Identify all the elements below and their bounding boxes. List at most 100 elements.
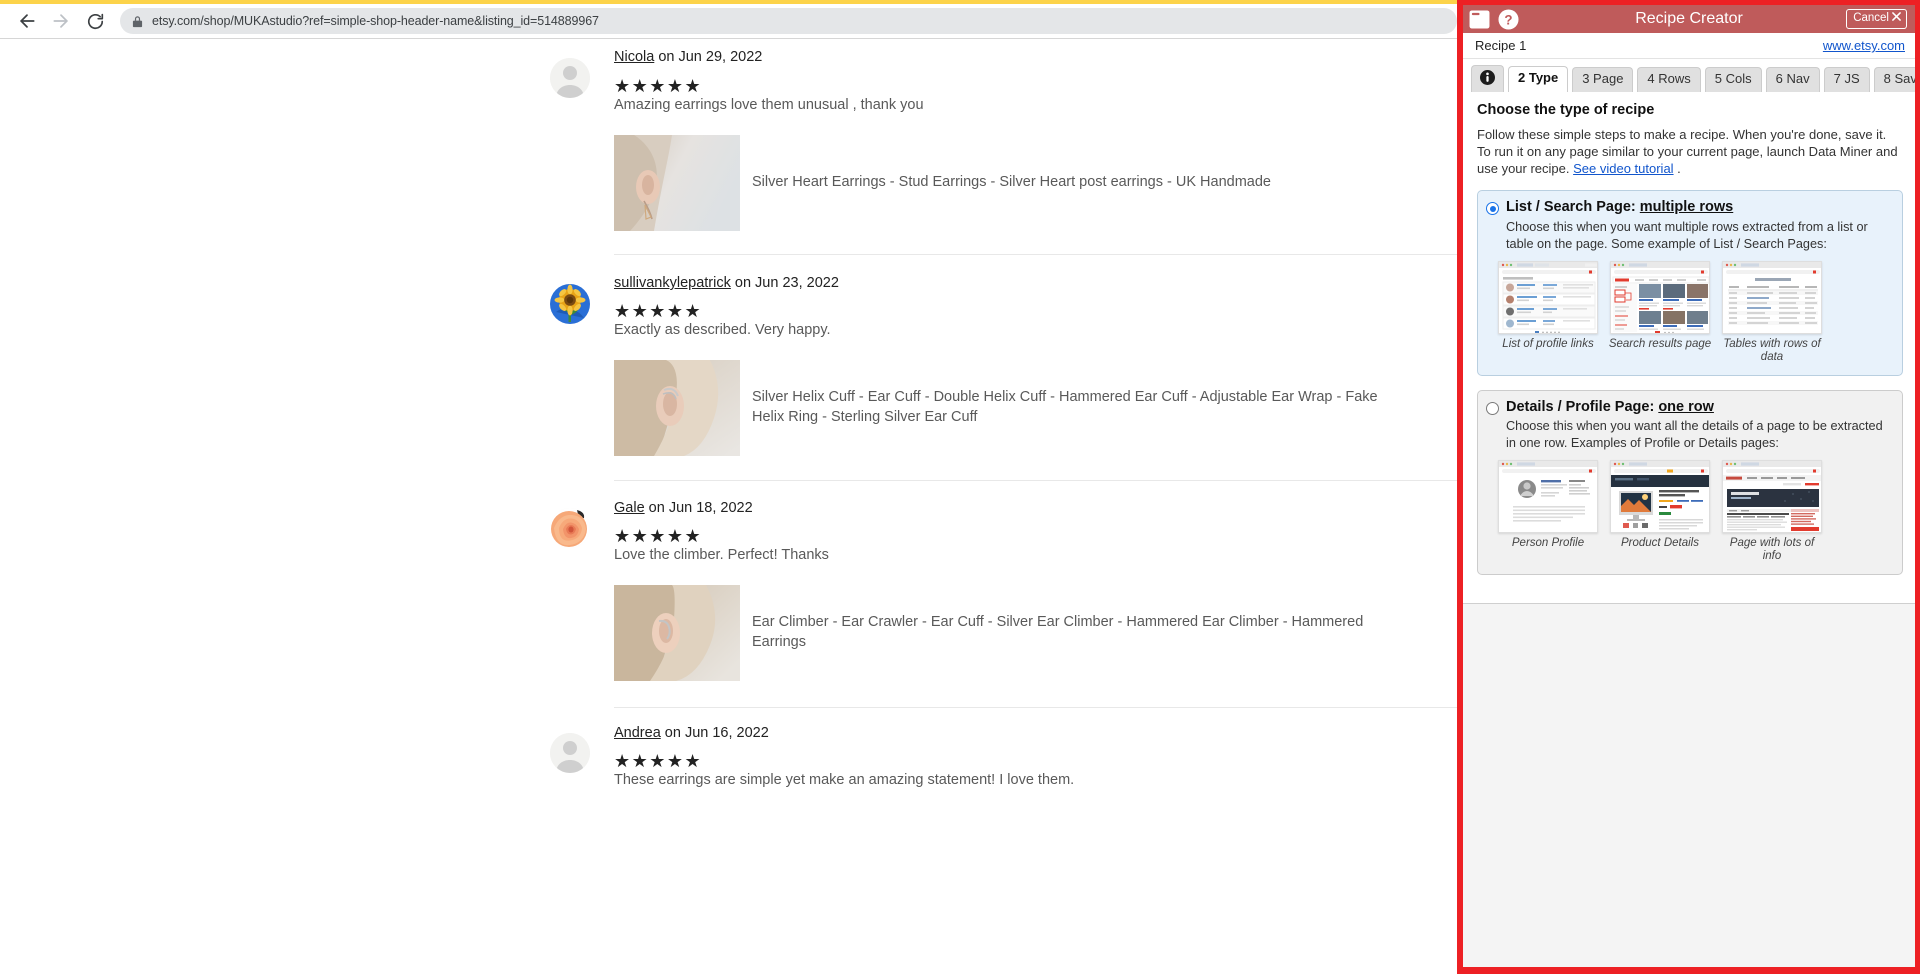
example-item[interactable]: Page with lots of info xyxy=(1720,460,1824,563)
listing-row[interactable]: Ear Climber - Ear Crawler - Ear Cuff - S… xyxy=(614,585,1394,681)
info-icon xyxy=(1480,70,1495,89)
etsy-reviews-page: Nicola on Jun 29, 2022 ★★★★★ Amazing ear… xyxy=(0,39,1457,974)
avatar xyxy=(550,508,590,548)
tab-type[interactable]: 2 Type xyxy=(1508,66,1569,92)
listing-title[interactable]: Ear Climber - Ear Crawler - Ear Cuff - S… xyxy=(752,613,1394,652)
address-bar[interactable]: etsy.com/shop/MUKAstudio?ref=simple-shop… xyxy=(120,8,1457,34)
option-title-emphasis[interactable]: one row xyxy=(1658,399,1714,415)
product-details-thumbnail[interactable] xyxy=(1610,460,1710,534)
review-divider xyxy=(614,707,1457,708)
tab-bar: 2 Type 3 Page 4 Rows 5 Cols 6 Nav 7 JS 8… xyxy=(1463,59,1915,92)
option-examples: List of profile links Search results pag… xyxy=(1496,261,1892,364)
svg-text:?: ? xyxy=(1504,12,1512,27)
radio-list-search-page[interactable] xyxy=(1486,202,1499,216)
browser-nav-bar: etsy.com/shop/MUKAstudio?ref=simple-shop… xyxy=(0,4,1457,38)
option-list-search-page[interactable]: List / Search Page: multiple rows Choose… xyxy=(1477,190,1903,376)
review-text: Love the climber. Perfect! Thanks xyxy=(614,547,829,563)
video-tutorial-link[interactable]: See video tutorial xyxy=(1573,161,1673,176)
person-profile-thumbnail[interactable] xyxy=(1498,460,1598,534)
listing-thumbnail[interactable] xyxy=(614,135,740,231)
data-miner-panel: ? Recipe Creator Cancel Recipe 1 www.ets… xyxy=(1457,0,1920,974)
option-title-emphasis[interactable]: multiple rows xyxy=(1640,199,1733,215)
option-title-lead: List / Search Page: xyxy=(1506,199,1640,216)
review-date-prefix: on xyxy=(660,725,685,741)
listing-title[interactable]: Silver Heart Earrings - Stud Earrings - … xyxy=(752,173,1394,193)
review-date-prefix: on xyxy=(730,275,756,291)
review-header: Gale on Jun 18, 2022 xyxy=(614,500,753,516)
close-x-icon xyxy=(1892,12,1901,25)
review-header: Andrea on Jun 16, 2022 xyxy=(614,725,769,741)
tab-rows[interactable]: 4 Rows xyxy=(1637,67,1701,92)
tab-save[interactable]: 8 Save xyxy=(1873,67,1915,92)
tab-info[interactable] xyxy=(1471,65,1504,92)
site-link[interactable]: www.etsy.com xyxy=(1823,38,1905,53)
panel-body: Choose the type of recipe Follow these s… xyxy=(1463,91,1915,604)
panel-heading: Choose the type of recipe xyxy=(1477,101,1655,118)
star-rating: ★★★★★ xyxy=(614,301,703,321)
option-title: Details / Profile Page: one row xyxy=(1506,399,1714,416)
listing-row[interactable]: Silver Heart Earrings - Stud Earrings - … xyxy=(614,135,1394,231)
listing-thumbnail[interactable] xyxy=(614,585,740,681)
cancel-label: Cancel xyxy=(1853,11,1889,24)
star-rating: ★★★★★ xyxy=(614,76,703,96)
review-author-link[interactable]: sullivankylepatrick xyxy=(614,275,731,291)
example-caption: Product Details xyxy=(1621,537,1699,550)
avatar xyxy=(550,58,590,98)
listing-thumbnail[interactable] xyxy=(614,360,740,456)
review-divider xyxy=(614,480,1457,481)
question-mark-icon[interactable]: ? xyxy=(1498,8,1519,30)
intro-text-part1: Follow these simple steps to make a reci… xyxy=(1477,126,1898,177)
example-item[interactable]: List of profile links xyxy=(1496,261,1600,364)
option-title-lead: Details / Profile Page: xyxy=(1506,398,1659,415)
browser-window-icon[interactable] xyxy=(1469,9,1490,30)
forward-arrow-icon[interactable] xyxy=(44,4,78,38)
review-divider xyxy=(614,254,1457,255)
example-item[interactable]: Product Details xyxy=(1608,460,1712,563)
review-date-prefix: on xyxy=(654,49,679,65)
review-author-link[interactable]: Andrea xyxy=(614,725,661,741)
back-arrow-icon[interactable] xyxy=(10,4,44,38)
search-results-thumbnail[interactable] xyxy=(1610,261,1710,335)
example-caption: Page with lots of info xyxy=(1729,537,1815,563)
tab-nav[interactable]: 6 Nav xyxy=(1765,67,1820,92)
option-details-profile-page[interactable]: Details / Profile Page: one row Choose t… xyxy=(1477,389,1903,575)
review-author-link[interactable]: Nicola xyxy=(614,49,654,65)
review-author-link[interactable]: Gale xyxy=(614,500,645,516)
tab-page[interactable]: 3 Page xyxy=(1572,67,1634,92)
profile-list-thumbnail[interactable] xyxy=(1498,261,1598,335)
intro-text-part2: . xyxy=(1673,161,1681,177)
example-caption: Tables with rows of data xyxy=(1723,338,1821,364)
review-date-prefix: on xyxy=(644,500,669,516)
example-item[interactable]: Search results page xyxy=(1608,261,1712,364)
star-rating: ★★★★★ xyxy=(614,526,703,546)
review-text: Exactly as described. Very happy. xyxy=(614,322,831,338)
review-header: sullivankylepatrick on Jun 23, 2022 xyxy=(614,275,839,291)
tab-js[interactable]: 7 JS xyxy=(1823,67,1870,92)
tab-cols[interactable]: 5 Cols xyxy=(1704,67,1762,92)
data-table-thumbnail[interactable] xyxy=(1722,261,1822,335)
review-date: Jun 18, 2022 xyxy=(668,500,753,516)
panel-header: ? Recipe Creator Cancel xyxy=(1463,5,1915,33)
lock-icon xyxy=(132,15,143,28)
radio-details-profile-page[interactable] xyxy=(1486,401,1499,415)
example-item[interactable]: Tables with rows of data xyxy=(1720,261,1824,364)
panel-empty-area xyxy=(1463,603,1915,967)
example-caption: Person Profile xyxy=(1511,537,1585,550)
reload-icon[interactable] xyxy=(78,4,112,38)
info-page-thumbnail[interactable] xyxy=(1722,460,1822,534)
recipe-subbar: Recipe 1 www.etsy.com xyxy=(1463,33,1915,59)
example-item[interactable]: Person Profile xyxy=(1496,460,1600,563)
review-text: Amazing earrings love them unusual , tha… xyxy=(614,97,924,113)
option-title: List / Search Page: multiple rows xyxy=(1506,199,1733,216)
star-rating: ★★★★★ xyxy=(614,751,703,771)
review-text: These earrings are simple yet make an am… xyxy=(614,772,1075,788)
recipe-name[interactable]: Recipe 1 xyxy=(1475,38,1526,53)
review-header: Nicola on Jun 29, 2022 xyxy=(614,49,762,65)
option-description: Choose this when you want all the detail… xyxy=(1506,419,1883,450)
cancel-button[interactable]: Cancel xyxy=(1846,9,1907,29)
example-caption: List of profile links xyxy=(1502,338,1594,351)
url-text: etsy.com/shop/MUKAstudio?ref=simple-shop… xyxy=(152,14,599,28)
listing-title[interactable]: Silver Helix Cuff - Ear Cuff - Double He… xyxy=(752,388,1394,427)
panel-intro: Follow these simple steps to make a reci… xyxy=(1477,126,1903,177)
listing-row[interactable]: Silver Helix Cuff - Ear Cuff - Double He… xyxy=(614,360,1394,456)
